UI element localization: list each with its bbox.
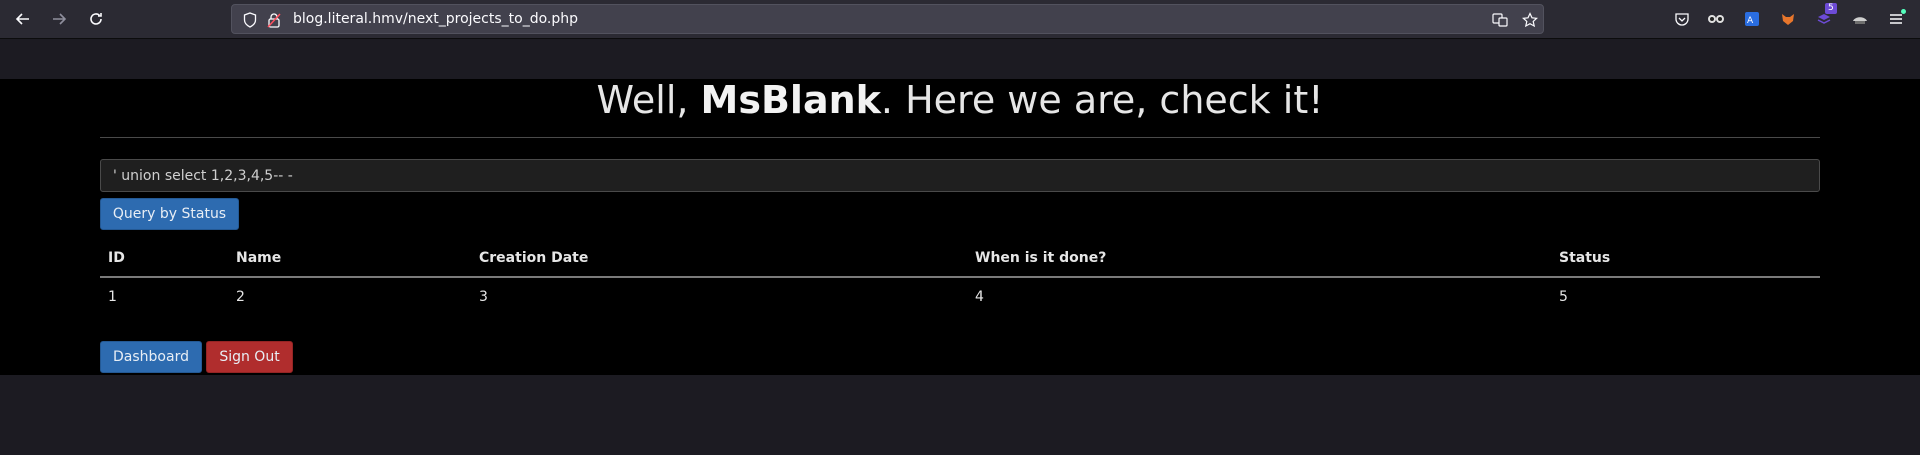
url-bar[interactable]: blog.literal.hmv/next_projects_to_do.php	[231, 4, 1544, 34]
page-background-bottom	[0, 375, 1920, 455]
back-button[interactable]	[10, 7, 36, 31]
menu-icon[interactable]	[1886, 9, 1906, 29]
pocket-icon[interactable]	[1672, 9, 1692, 29]
back-arrow-icon	[15, 13, 29, 25]
svg-text:A: A	[1747, 16, 1754, 26]
table-row: 1 2 3 4 5	[100, 277, 1820, 315]
forward-button[interactable]	[46, 7, 72, 31]
url-text[interactable]: blog.literal.hmv/next_projects_to_do.php	[293, 11, 578, 27]
translator-extension-icon[interactable]: A	[1742, 9, 1762, 29]
query-by-status-button[interactable]: Query by Status	[100, 198, 239, 230]
column-header-name: Name	[228, 239, 471, 278]
shield-icon[interactable]	[242, 12, 258, 28]
cell-name: 2	[236, 288, 245, 305]
forward-arrow-icon	[53, 13, 67, 25]
insecure-lock-icon[interactable]	[266, 12, 282, 28]
reload-button[interactable]	[83, 7, 109, 31]
column-header-id: ID	[100, 239, 228, 278]
hacker-extension-icon[interactable]	[1850, 9, 1870, 29]
cell-creation-date: 3	[479, 288, 488, 305]
update-dot-icon	[1901, 9, 1906, 14]
translate-icon[interactable]	[1492, 12, 1508, 28]
status-search-input[interactable]	[100, 159, 1820, 192]
heading-divider	[100, 137, 1820, 138]
bookmark-star-icon[interactable]	[1522, 12, 1538, 28]
browser-toolbar: blog.literal.hmv/next_projects_to_do.php…	[0, 0, 1920, 39]
heading-username: MsBlank	[700, 78, 881, 122]
heading-prefix: Well,	[596, 78, 701, 122]
heading-suffix: . Here we are, check it!	[880, 78, 1324, 122]
extension-eyes-icon[interactable]	[1706, 9, 1726, 29]
projects-table: ID Name Creation Date When is it done? S…	[100, 239, 1820, 315]
wappalyzer-icon[interactable]: 5	[1814, 3, 1837, 29]
cell-status: 5	[1559, 288, 1568, 305]
page-heading: Well, MsBlank. Here we are, check it!	[0, 79, 1920, 119]
foxyproxy-icon[interactable]	[1778, 9, 1798, 29]
cell-when-done: 4	[975, 288, 984, 305]
extension-badge: 5	[1825, 3, 1837, 14]
sign-out-button[interactable]: Sign Out	[206, 341, 293, 373]
reload-icon	[90, 13, 102, 25]
cell-id: 1	[108, 288, 117, 305]
column-header-status: Status	[1551, 239, 1820, 278]
table-header-row: ID Name Creation Date When is it done? S…	[100, 239, 1820, 278]
column-header-when-done: When is it done?	[967, 239, 1551, 278]
page-content: Well, MsBlank. Here we are, check it! Qu…	[0, 79, 1920, 375]
dashboard-button[interactable]: Dashboard	[100, 341, 202, 373]
column-header-creation-date: Creation Date	[471, 239, 967, 278]
navbar-strip	[0, 39, 1920, 79]
